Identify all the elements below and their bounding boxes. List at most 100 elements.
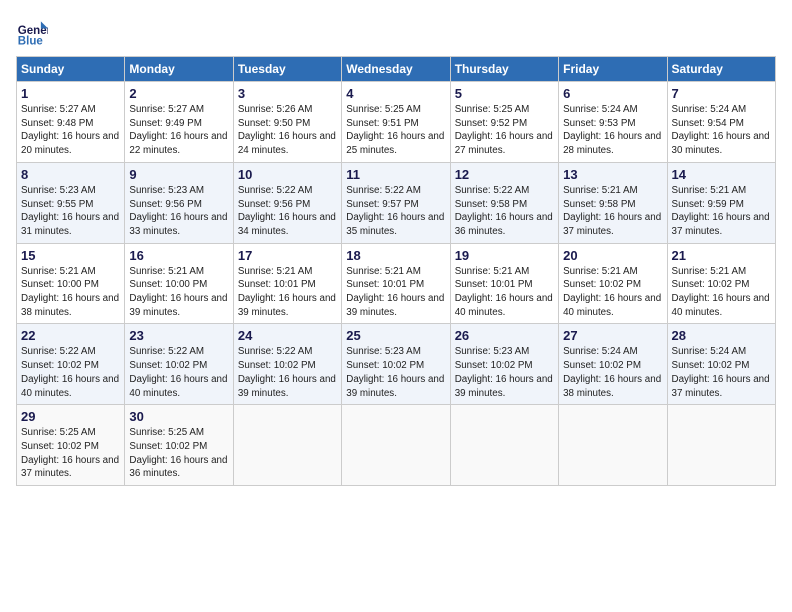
weekday-header: Saturday bbox=[667, 57, 775, 82]
day-number: 15 bbox=[21, 248, 120, 263]
day-info: Sunrise: 5:22 AM Sunset: 9:56 PM Dayligh… bbox=[238, 184, 337, 239]
day-number: 19 bbox=[455, 248, 554, 263]
day-number: 24 bbox=[238, 328, 337, 343]
day-number: 5 bbox=[455, 86, 554, 101]
day-info: Sunrise: 5:22 AM Sunset: 10:02 PM Daylig… bbox=[129, 345, 228, 400]
calendar-cell: 19 Sunrise: 5:21 AM Sunset: 10:01 PM Day… bbox=[450, 243, 558, 324]
day-number: 14 bbox=[672, 167, 771, 182]
weekday-header: Monday bbox=[125, 57, 233, 82]
day-number: 2 bbox=[129, 86, 228, 101]
calendar-cell: 10 Sunrise: 5:22 AM Sunset: 9:56 PM Dayl… bbox=[233, 162, 341, 243]
day-number: 20 bbox=[563, 248, 662, 263]
calendar-cell: 11 Sunrise: 5:22 AM Sunset: 9:57 PM Dayl… bbox=[342, 162, 450, 243]
day-number: 28 bbox=[672, 328, 771, 343]
calendar-cell: 21 Sunrise: 5:21 AM Sunset: 10:02 PM Day… bbox=[667, 243, 775, 324]
day-number: 11 bbox=[346, 167, 445, 182]
day-info: Sunrise: 5:24 AM Sunset: 9:54 PM Dayligh… bbox=[672, 103, 771, 158]
day-number: 7 bbox=[672, 86, 771, 101]
calendar-cell: 18 Sunrise: 5:21 AM Sunset: 10:01 PM Day… bbox=[342, 243, 450, 324]
day-info: Sunrise: 5:25 AM Sunset: 10:02 PM Daylig… bbox=[129, 426, 228, 481]
day-info: Sunrise: 5:25 AM Sunset: 9:51 PM Dayligh… bbox=[346, 103, 445, 158]
day-number: 25 bbox=[346, 328, 445, 343]
day-number: 17 bbox=[238, 248, 337, 263]
day-info: Sunrise: 5:22 AM Sunset: 9:57 PM Dayligh… bbox=[346, 184, 445, 239]
header: General Blue bbox=[16, 16, 776, 48]
day-info: Sunrise: 5:23 AM Sunset: 10:02 PM Daylig… bbox=[455, 345, 554, 400]
calendar-cell: 1 Sunrise: 5:27 AM Sunset: 9:48 PM Dayli… bbox=[17, 82, 125, 163]
calendar-cell: 28 Sunrise: 5:24 AM Sunset: 10:02 PM Day… bbox=[667, 324, 775, 405]
calendar-cell: 17 Sunrise: 5:21 AM Sunset: 10:01 PM Day… bbox=[233, 243, 341, 324]
day-info: Sunrise: 5:27 AM Sunset: 9:48 PM Dayligh… bbox=[21, 103, 120, 158]
calendar-cell: 26 Sunrise: 5:23 AM Sunset: 10:02 PM Day… bbox=[450, 324, 558, 405]
calendar-cell: 15 Sunrise: 5:21 AM Sunset: 10:00 PM Day… bbox=[17, 243, 125, 324]
weekday-header: Wednesday bbox=[342, 57, 450, 82]
logo: General Blue bbox=[16, 16, 52, 48]
calendar: SundayMondayTuesdayWednesdayThursdayFrid… bbox=[16, 56, 776, 486]
day-info: Sunrise: 5:21 AM Sunset: 10:02 PM Daylig… bbox=[563, 265, 662, 320]
calendar-cell: 7 Sunrise: 5:24 AM Sunset: 9:54 PM Dayli… bbox=[667, 82, 775, 163]
day-info: Sunrise: 5:24 AM Sunset: 10:02 PM Daylig… bbox=[672, 345, 771, 400]
day-number: 16 bbox=[129, 248, 228, 263]
day-info: Sunrise: 5:22 AM Sunset: 9:58 PM Dayligh… bbox=[455, 184, 554, 239]
calendar-cell: 8 Sunrise: 5:23 AM Sunset: 9:55 PM Dayli… bbox=[17, 162, 125, 243]
day-number: 27 bbox=[563, 328, 662, 343]
day-info: Sunrise: 5:27 AM Sunset: 9:49 PM Dayligh… bbox=[129, 103, 228, 158]
day-number: 26 bbox=[455, 328, 554, 343]
svg-text:Blue: Blue bbox=[18, 35, 44, 47]
calendar-cell: 16 Sunrise: 5:21 AM Sunset: 10:00 PM Day… bbox=[125, 243, 233, 324]
day-info: Sunrise: 5:25 AM Sunset: 10:02 PM Daylig… bbox=[21, 426, 120, 481]
calendar-cell: 29 Sunrise: 5:25 AM Sunset: 10:02 PM Day… bbox=[17, 405, 125, 486]
calendar-cell: 25 Sunrise: 5:23 AM Sunset: 10:02 PM Day… bbox=[342, 324, 450, 405]
calendar-cell: 13 Sunrise: 5:21 AM Sunset: 9:58 PM Dayl… bbox=[559, 162, 667, 243]
calendar-cell bbox=[667, 405, 775, 486]
day-number: 23 bbox=[129, 328, 228, 343]
calendar-cell: 6 Sunrise: 5:24 AM Sunset: 9:53 PM Dayli… bbox=[559, 82, 667, 163]
day-info: Sunrise: 5:21 AM Sunset: 10:01 PM Daylig… bbox=[455, 265, 554, 320]
day-number: 8 bbox=[21, 167, 120, 182]
calendar-cell: 9 Sunrise: 5:23 AM Sunset: 9:56 PM Dayli… bbox=[125, 162, 233, 243]
calendar-cell: 3 Sunrise: 5:26 AM Sunset: 9:50 PM Dayli… bbox=[233, 82, 341, 163]
day-info: Sunrise: 5:22 AM Sunset: 10:02 PM Daylig… bbox=[21, 345, 120, 400]
day-info: Sunrise: 5:23 AM Sunset: 10:02 PM Daylig… bbox=[346, 345, 445, 400]
day-number: 3 bbox=[238, 86, 337, 101]
calendar-cell bbox=[342, 405, 450, 486]
day-info: Sunrise: 5:25 AM Sunset: 9:52 PM Dayligh… bbox=[455, 103, 554, 158]
day-info: Sunrise: 5:23 AM Sunset: 9:55 PM Dayligh… bbox=[21, 184, 120, 239]
day-number: 12 bbox=[455, 167, 554, 182]
day-number: 9 bbox=[129, 167, 228, 182]
calendar-cell: 12 Sunrise: 5:22 AM Sunset: 9:58 PM Dayl… bbox=[450, 162, 558, 243]
calendar-cell: 22 Sunrise: 5:22 AM Sunset: 10:02 PM Day… bbox=[17, 324, 125, 405]
weekday-header: Sunday bbox=[17, 57, 125, 82]
day-info: Sunrise: 5:21 AM Sunset: 10:00 PM Daylig… bbox=[21, 265, 120, 320]
logo-icon: General Blue bbox=[16, 16, 48, 48]
day-number: 18 bbox=[346, 248, 445, 263]
day-info: Sunrise: 5:21 AM Sunset: 10:02 PM Daylig… bbox=[672, 265, 771, 320]
calendar-cell bbox=[233, 405, 341, 486]
weekday-header: Thursday bbox=[450, 57, 558, 82]
day-info: Sunrise: 5:21 AM Sunset: 9:58 PM Dayligh… bbox=[563, 184, 662, 239]
day-info: Sunrise: 5:21 AM Sunset: 10:01 PM Daylig… bbox=[238, 265, 337, 320]
day-number: 10 bbox=[238, 167, 337, 182]
day-info: Sunrise: 5:24 AM Sunset: 10:02 PM Daylig… bbox=[563, 345, 662, 400]
day-info: Sunrise: 5:24 AM Sunset: 9:53 PM Dayligh… bbox=[563, 103, 662, 158]
day-number: 29 bbox=[21, 409, 120, 424]
day-number: 21 bbox=[672, 248, 771, 263]
calendar-cell: 2 Sunrise: 5:27 AM Sunset: 9:49 PM Dayli… bbox=[125, 82, 233, 163]
day-number: 30 bbox=[129, 409, 228, 424]
calendar-cell: 23 Sunrise: 5:22 AM Sunset: 10:02 PM Day… bbox=[125, 324, 233, 405]
calendar-cell: 5 Sunrise: 5:25 AM Sunset: 9:52 PM Dayli… bbox=[450, 82, 558, 163]
day-info: Sunrise: 5:21 AM Sunset: 10:00 PM Daylig… bbox=[129, 265, 228, 320]
calendar-cell: 24 Sunrise: 5:22 AM Sunset: 10:02 PM Day… bbox=[233, 324, 341, 405]
day-info: Sunrise: 5:22 AM Sunset: 10:02 PM Daylig… bbox=[238, 345, 337, 400]
weekday-header: Friday bbox=[559, 57, 667, 82]
calendar-cell: 14 Sunrise: 5:21 AM Sunset: 9:59 PM Dayl… bbox=[667, 162, 775, 243]
day-number: 6 bbox=[563, 86, 662, 101]
day-number: 4 bbox=[346, 86, 445, 101]
day-number: 13 bbox=[563, 167, 662, 182]
calendar-cell bbox=[450, 405, 558, 486]
day-number: 22 bbox=[21, 328, 120, 343]
day-info: Sunrise: 5:23 AM Sunset: 9:56 PM Dayligh… bbox=[129, 184, 228, 239]
calendar-cell: 4 Sunrise: 5:25 AM Sunset: 9:51 PM Dayli… bbox=[342, 82, 450, 163]
calendar-cell: 27 Sunrise: 5:24 AM Sunset: 10:02 PM Day… bbox=[559, 324, 667, 405]
weekday-header: Tuesday bbox=[233, 57, 341, 82]
